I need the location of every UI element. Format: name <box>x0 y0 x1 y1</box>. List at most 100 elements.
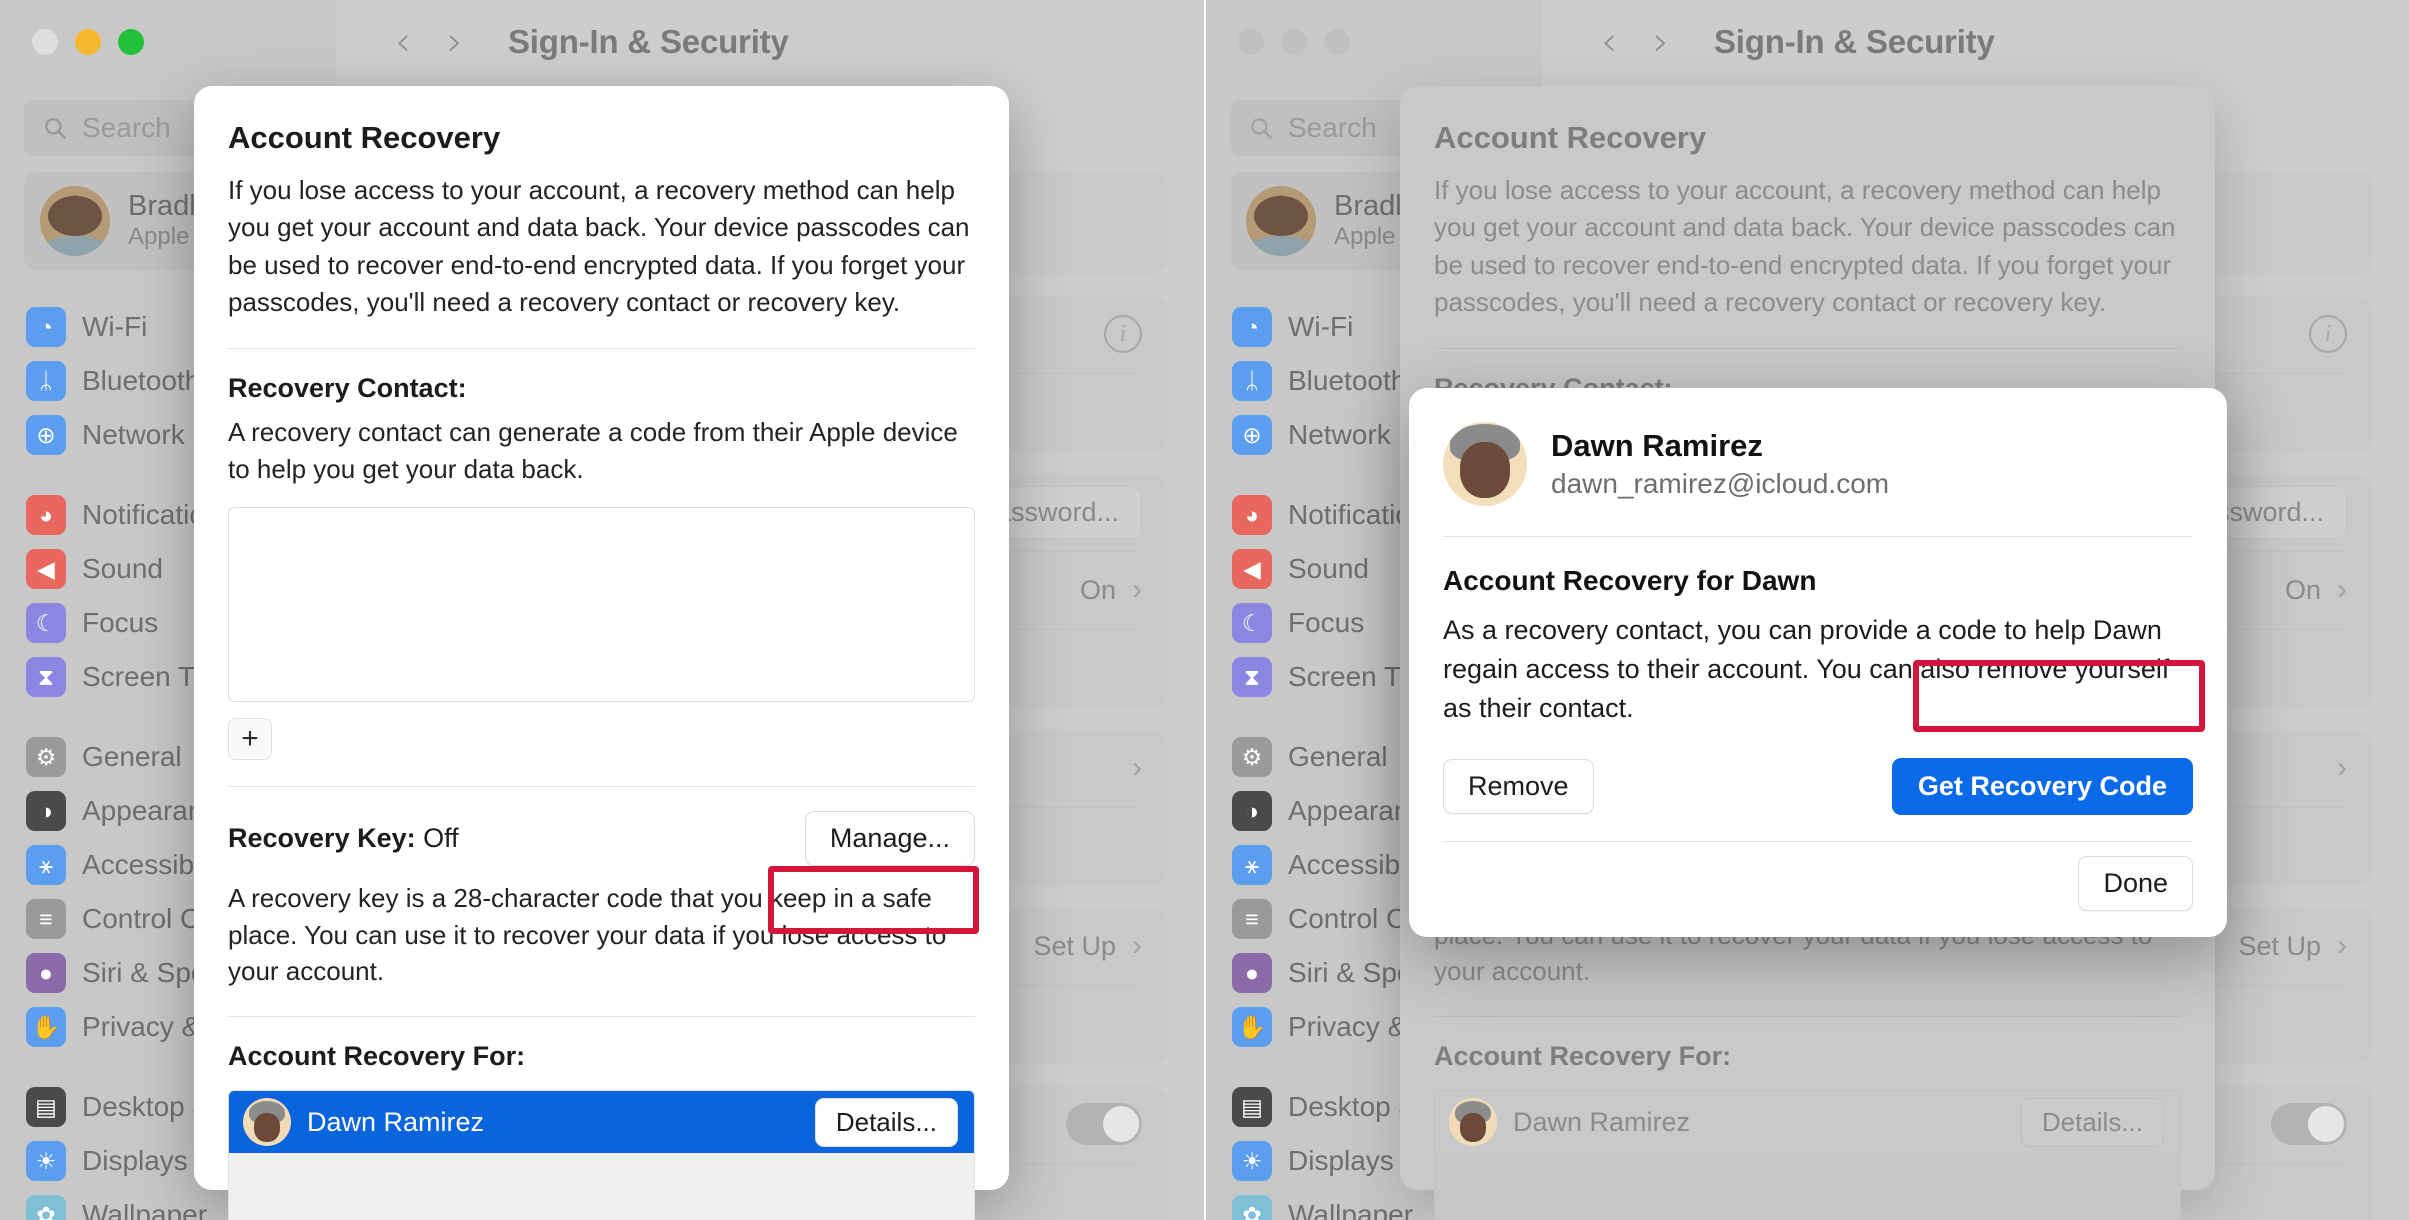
sidebar-item-label: Bluetooth <box>1288 365 1407 396</box>
chevron-right-icon: › <box>2337 929 2347 962</box>
status-value: On <box>1079 574 1116 605</box>
detail-footer: Done <box>1443 856 2193 912</box>
window-controls-left <box>0 0 336 84</box>
sidebar-item-label: Focus <box>82 607 159 638</box>
contact-detail-sheet: Dawn Ramirez dawn_ramirez@icloud.com Acc… <box>1409 388 2227 938</box>
control-center-icon: ≡ <box>26 899 66 939</box>
back-icon[interactable]: ‹ <box>1596 22 1622 62</box>
detail-section-body: As a recovery contact, you can provide a… <box>1443 615 2170 724</box>
chevron-right-icon: › <box>1132 573 1142 606</box>
contact-name: Dawn Ramirez <box>307 1106 485 1137</box>
search-placeholder: Search <box>1288 112 1377 143</box>
wi-fi-icon: ◔ <box>1232 307 1272 347</box>
list-item[interactable]: Dawn Ramirez Details... <box>1435 1091 2180 1154</box>
notifications-icon: ◕ <box>1232 495 1272 535</box>
accessibility-icon: ⚹ <box>1232 845 1272 885</box>
avatar <box>40 186 110 256</box>
get-recovery-code-button[interactable]: Get Recovery Code <box>1891 758 2193 816</box>
search-placeholder: Search <box>82 112 171 143</box>
account-recovery-for-heading: Account Recovery For: <box>228 1041 526 1072</box>
privacy-security-icon: ✋ <box>1232 1007 1272 1047</box>
sidebar-item-label: General <box>1288 741 1388 772</box>
toggle-switch[interactable] <box>2271 1103 2347 1145</box>
info-icon[interactable]: i <box>1104 315 1142 353</box>
info-icon[interactable]: i <box>2309 315 2347 353</box>
contact-name: Dawn Ramirez <box>1513 1106 1691 1137</box>
sound-icon: ◀ <box>26 549 66 589</box>
screen-time-icon: ⧗ <box>1232 657 1272 697</box>
set-up-label: Set Up <box>2238 930 2321 961</box>
contact-email: dawn_ramirez@icloud.com <box>1551 467 1890 499</box>
divider <box>1434 347 2181 349</box>
account-recovery-for-list[interactable]: Dawn Ramirez Details... <box>1434 1090 2181 1220</box>
set-up-label: Set Up <box>1033 930 1116 961</box>
sidebar-item-label: Wi-Fi <box>82 311 148 342</box>
bluetooth-icon: ᛦ <box>26 361 66 401</box>
page-title: Sign-In & Security <box>1714 23 1995 60</box>
sidebar-item-label: Network <box>82 419 185 450</box>
contact-header: Dawn Ramirez dawn_ramirez@icloud.com <box>1443 422 2193 506</box>
sidebar-item-label: Sound <box>82 553 163 584</box>
avatar <box>243 1098 291 1147</box>
appearance-icon: ◑ <box>26 791 66 831</box>
privacy-security-icon: ✋ <box>26 1007 66 1047</box>
desktop-dock-icon: ▤ <box>1232 1087 1272 1127</box>
sidebar-item-label: Wallpaper <box>82 1199 208 1220</box>
toggle-switch[interactable] <box>1066 1103 1142 1145</box>
sheet-title: Account Recovery <box>1434 120 1707 155</box>
divider <box>228 347 975 349</box>
add-recovery-contact-button[interactable]: + <box>228 717 272 760</box>
network-icon: ⊕ <box>26 415 66 455</box>
remove-button[interactable]: Remove <box>1443 759 1594 815</box>
titlebar-nav-left: ‹ › Sign-In & Security <box>336 0 1204 84</box>
detail-section-title: Account Recovery for Dawn <box>1443 565 1817 596</box>
forward-icon[interactable]: › <box>442 22 468 62</box>
siri-spotlight-icon: ● <box>1232 953 1272 993</box>
avatar <box>1443 422 1527 506</box>
zoom-icon[interactable] <box>118 29 144 55</box>
minimize-icon[interactable] <box>75 29 101 55</box>
list-item[interactable]: Dawn Ramirez Details... <box>229 1091 974 1154</box>
displays-icon: ☀ <box>1232 1141 1272 1181</box>
recovery-key-note: A recovery key is a 28-character code th… <box>228 882 947 987</box>
zoom-icon[interactable] <box>1324 29 1350 55</box>
sound-icon: ◀ <box>1232 549 1272 589</box>
chevron-right-icon: › <box>1132 929 1142 962</box>
focus-icon: ☾ <box>26 603 66 643</box>
sheet-intro-text: If you lose access to your account, a re… <box>1434 175 2176 318</box>
manage-button[interactable]: Manage... <box>804 810 975 866</box>
focus-icon: ☾ <box>1232 603 1272 643</box>
divider <box>1434 1016 2181 1018</box>
sidebar-item-label: Bluetooth <box>82 365 201 396</box>
titlebar-right: ‹ › Sign-In & Security <box>1206 0 2409 84</box>
done-button[interactable]: Done <box>2078 856 2193 912</box>
recovery-key-row: Recovery Key: Off Manage... <box>228 810 975 866</box>
back-icon[interactable]: ‹ <box>390 22 416 62</box>
sidebar-item-label: Wi-Fi <box>1288 311 1354 342</box>
recovery-key-value: Off <box>423 822 459 853</box>
desktop-dock-icon: ▤ <box>26 1087 66 1127</box>
recovery-key-label: Recovery Key: Off <box>228 822 459 853</box>
forward-icon[interactable]: › <box>1648 22 1674 62</box>
details-button[interactable]: Details... <box>814 1097 958 1147</box>
panel-left: ‹ › Sign-In & Security Search Bradley F … <box>0 0 1204 1220</box>
divider <box>1443 536 2193 537</box>
close-icon[interactable] <box>32 29 58 55</box>
screenshot-stage: ‹ › Sign-In & Security Search Bradley F … <box>0 0 2409 1220</box>
screen-time-icon: ⧗ <box>26 657 66 697</box>
sheet-title: Account Recovery <box>228 120 501 155</box>
details-button[interactable]: Details... <box>2020 1097 2164 1147</box>
recovery-contact-list[interactable] <box>228 506 975 702</box>
wallpaper-icon: ✿ <box>1232 1195 1272 1220</box>
sidebar-item-label: Network <box>1288 419 1391 450</box>
chevron-right-icon: › <box>1132 751 1142 784</box>
wallpaper-icon: ✿ <box>26 1195 66 1220</box>
sidebar-item-label: Sound <box>1288 553 1369 584</box>
control-center-icon: ≡ <box>1232 899 1272 939</box>
close-icon[interactable] <box>1238 29 1264 55</box>
account-recovery-for-list[interactable]: Dawn Ramirez Details... <box>228 1090 975 1220</box>
minimize-icon[interactable] <box>1281 29 1307 55</box>
detail-actions: Remove Get Recovery Code <box>1443 758 2193 816</box>
search-icon <box>45 118 67 140</box>
avatar <box>1246 186 1316 256</box>
